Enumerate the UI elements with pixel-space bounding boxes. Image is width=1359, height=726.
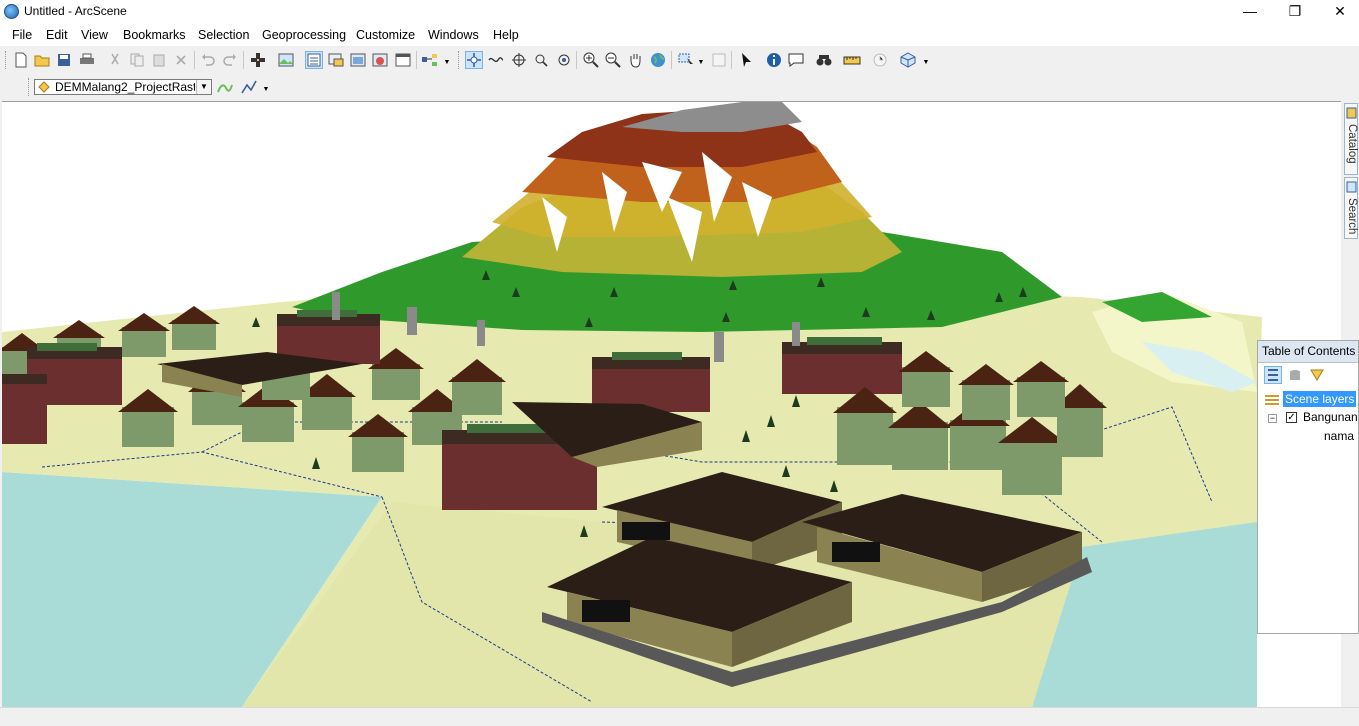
toolbar-separator — [576, 51, 577, 69]
cut-icon[interactable] — [106, 51, 124, 69]
select-dropdown-icon[interactable]: ▼ — [697, 53, 705, 71]
toolbar-overflow-icon[interactable]: ▼ — [443, 53, 451, 71]
list-by-source-icon[interactable] — [1286, 366, 1304, 384]
menu-bar: File Edit View Bookmarks Selection Geopr… — [0, 24, 1359, 46]
layer-select[interactable]: DEMMalang2_ProjectRaste ▼ — [34, 79, 212, 95]
identify-icon[interactable] — [765, 51, 783, 69]
animation-icon[interactable] — [327, 51, 345, 69]
measure-icon[interactable] — [843, 51, 861, 69]
list-by-drawing-order-icon[interactable] — [1264, 366, 1282, 384]
status-bar — [0, 707, 1359, 726]
add-basemap-icon[interactable] — [277, 51, 295, 69]
pan-icon[interactable] — [626, 51, 644, 69]
viewer-icon[interactable] — [349, 51, 367, 69]
layer-name[interactable]: Bangunan — [1303, 410, 1358, 424]
scene-layers-icon — [1265, 395, 1279, 405]
toc-title: Table of Contents — [1262, 344, 1356, 358]
maximize-button[interactable]: ❐ — [1272, 0, 1318, 24]
new-document-icon[interactable] — [12, 51, 30, 69]
title-bar: Untitled - ArcScene — ❐ ✕ — [0, 0, 1359, 24]
find-icon[interactable] — [815, 51, 833, 69]
toolbar-grip[interactable] — [5, 51, 9, 69]
close-button[interactable]: ✕ — [1317, 0, 1359, 24]
layer-select-value: DEMMalang2_ProjectRaste — [55, 80, 195, 94]
navigate-icon[interactable] — [465, 51, 483, 69]
minimize-button[interactable]: — — [1227, 0, 1273, 24]
toolbar-separator — [416, 51, 417, 69]
delete-icon[interactable] — [172, 51, 190, 69]
3d-effects-icon[interactable] — [305, 51, 323, 69]
window-title: Untitled - ArcScene — [24, 4, 127, 18]
interpolate-icon[interactable] — [216, 78, 234, 96]
scene-viewport[interactable] — [2, 101, 1341, 707]
print-icon[interactable] — [78, 51, 96, 69]
fly-icon[interactable] — [487, 51, 505, 69]
3d-analyst-icon[interactable] — [899, 51, 917, 69]
toolbar-grip[interactable] — [458, 51, 462, 69]
menu-selection[interactable]: Selection — [198, 28, 249, 42]
tab-catalog[interactable]: Catalog — [1344, 103, 1358, 175]
full-extent-globe-icon[interactable] — [649, 51, 667, 69]
scene-3d-render[interactable] — [2, 102, 1341, 707]
tab-catalog-label: Catalog — [1346, 124, 1358, 164]
set-observer-icon[interactable] — [555, 51, 573, 69]
search-icon — [1346, 181, 1357, 193]
raster-layer-icon — [38, 81, 50, 93]
menu-help[interactable]: Help — [493, 28, 519, 42]
menu-file[interactable]: File — [12, 28, 32, 42]
clear-selection-icon[interactable] — [710, 51, 728, 69]
list-by-visibility-icon[interactable] — [1308, 366, 1326, 384]
toolbar-separator — [194, 51, 195, 69]
target-center-icon[interactable] — [510, 51, 528, 69]
copy-icon[interactable] — [128, 51, 146, 69]
undo-icon[interactable] — [199, 51, 217, 69]
save-icon[interactable] — [55, 51, 73, 69]
select-features-icon[interactable] — [677, 51, 695, 69]
collapse-icon[interactable]: − — [1268, 414, 1277, 423]
zoom-in-icon[interactable] — [582, 51, 600, 69]
table-of-contents: Table of Contents Scene layers − ✓ Bangu… — [1257, 340, 1359, 634]
toolbar-grip[interactable] — [28, 78, 32, 96]
toolbar-overflow-icon[interactable]: ▼ — [922, 53, 930, 71]
full-extent-icon[interactable] — [371, 51, 389, 69]
time-slider-icon[interactable] — [871, 51, 889, 69]
menu-windows[interactable]: Windows — [428, 28, 479, 42]
tab-search-label: Search — [1346, 198, 1358, 235]
zoom-to-target-icon[interactable] — [532, 51, 550, 69]
toolbar-separator — [671, 51, 672, 69]
catalog-icon — [1346, 107, 1357, 119]
menu-bookmarks[interactable]: Bookmarks — [123, 28, 186, 42]
tab-search[interactable]: Search — [1344, 177, 1358, 239]
toc-header: Table of Contents — [1258, 341, 1358, 363]
html-popup-icon[interactable] — [787, 51, 805, 69]
paste-icon[interactable] — [150, 51, 168, 69]
menu-view[interactable]: View — [81, 28, 108, 42]
scene-layers-label[interactable]: Scene layers — [1283, 391, 1357, 407]
redo-icon[interactable] — [221, 51, 239, 69]
toolbar-overflow-icon[interactable]: ▼ — [262, 80, 270, 98]
select-elements-icon[interactable] — [737, 51, 755, 69]
menu-customize[interactable]: Customize — [356, 28, 415, 42]
chevron-down-icon[interactable]: ▼ — [196, 80, 211, 94]
menu-geoprocessing[interactable]: Geoprocessing — [262, 28, 346, 42]
layer-field-label: nama — [1324, 429, 1355, 443]
profile-graph-icon[interactable] — [240, 78, 258, 96]
zoom-out-icon[interactable] — [604, 51, 622, 69]
arcscene-logo-icon — [4, 4, 19, 19]
open-folder-icon[interactable] — [33, 51, 51, 69]
menu-edit[interactable]: Edit — [46, 28, 68, 42]
toolbar-separator — [243, 51, 244, 69]
standard-toolbar: ▼ ▼ ▼ — [0, 47, 1359, 74]
table-icon[interactable] — [394, 51, 412, 69]
layer-visibility-checkbox[interactable]: ✓ — [1286, 412, 1297, 423]
add-data-icon[interactable] — [249, 51, 267, 69]
model-builder-icon[interactable] — [421, 51, 439, 69]
toolbar-separator — [731, 51, 732, 69]
